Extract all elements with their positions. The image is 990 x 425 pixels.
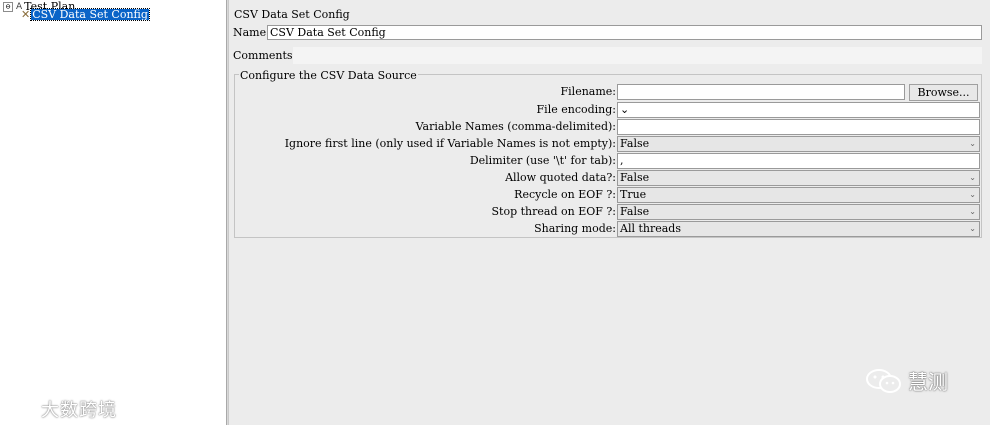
panel-title: CSV Data Set Config [234, 8, 350, 21]
dropdown-arrow-icon[interactable]: ⌄ [620, 103, 629, 116]
comments-label: Comments: [233, 48, 297, 62]
collapse-toggle-icon[interactable]: ⊖ [3, 1, 13, 12]
filename-label: Filename: [560, 85, 616, 98]
ignore-first-line-value: False [620, 137, 650, 150]
file-encoding-combo[interactable]: ⌄ [617, 102, 980, 118]
variable-names-row: Variable Names (comma-delimited): [235, 119, 981, 135]
dropdown-arrow-icon[interactable]: ⌄ [969, 188, 976, 202]
dropdown-arrow-icon[interactable]: ⌄ [969, 205, 976, 219]
stop-thread-on-eof-row: Stop thread on EOF ?: False ⌄ [235, 204, 981, 220]
name-field[interactable] [267, 25, 982, 40]
allow-quoted-data-label: Allow quoted data?: [505, 171, 616, 184]
recycle-on-eof-value: True [620, 188, 647, 201]
delimiter-label: Delimiter (use '\t' for tab): [469, 154, 616, 167]
tree-item-label: CSV Data Set Config [30, 8, 150, 21]
watermark-left: 大数跨境 [8, 396, 117, 422]
allow-quoted-data-row: Allow quoted data?: False ⌄ [235, 170, 981, 186]
watermark-left-text: 大数跨境 [41, 400, 117, 421]
filename-row: Filename: Browse... [235, 84, 981, 101]
allow-quoted-data-select[interactable]: False ⌄ [617, 170, 980, 186]
sharing-mode-select[interactable]: All threads ⌄ [617, 221, 980, 237]
ignore-first-line-select[interactable]: False ⌄ [617, 136, 980, 152]
dropdown-arrow-icon[interactable]: ⌄ [969, 137, 976, 151]
recycle-on-eof-row: Recycle on EOF ?: True ⌄ [235, 187, 981, 203]
dropdown-arrow-icon[interactable]: ⌄ [969, 222, 976, 236]
file-encoding-label: File encoding: [536, 103, 616, 116]
group-title: Configure the CSV Data Source [239, 69, 418, 82]
variable-names-field[interactable] [617, 119, 980, 135]
sharing-mode-value: All threads [620, 222, 681, 235]
tree-item-csv-data-set-config[interactable]: ✕ CSV Data Set Config [21, 8, 150, 21]
sharing-mode-label: Sharing mode: [534, 222, 616, 235]
name-row: Name: [233, 24, 982, 41]
delimiter-field[interactable]: , [617, 153, 980, 169]
test-plan-tree: ⊖ A Test Plan ✕ CSV Data Set Config [0, 0, 227, 425]
stop-thread-on-eof-label: Stop thread on EOF ?: [491, 205, 616, 218]
allow-quoted-data-value: False [620, 171, 650, 184]
recycle-on-eof-select[interactable]: True ⌄ [617, 187, 980, 203]
sharing-mode-row: Sharing mode: All threads ⌄ [235, 221, 981, 237]
config-element-icon: ✕ [21, 8, 31, 21]
ignore-first-line-label: Ignore first line (only used if Variable… [284, 137, 616, 150]
cloud-logo-icon [8, 401, 36, 415]
stop-thread-on-eof-select[interactable]: False ⌄ [617, 204, 980, 220]
filename-field[interactable] [617, 84, 905, 100]
stop-thread-on-eof-value: False [620, 205, 650, 218]
variable-names-label: Variable Names (comma-delimited): [415, 120, 616, 133]
comments-field[interactable] [293, 46, 982, 64]
csv-source-group: Configure the CSV Data Source Filename: … [234, 69, 982, 238]
config-panel: CSV Data Set Config Name: Comments: Conf… [229, 0, 990, 425]
recycle-on-eof-label: Recycle on EOF ?: [514, 188, 616, 201]
name-label: Name: [233, 26, 270, 39]
ignore-first-line-row: Ignore first line (only used if Variable… [235, 136, 981, 152]
file-encoding-row: File encoding: ⌄ [235, 102, 981, 118]
browse-button[interactable]: Browse... [909, 84, 978, 101]
watermark-right: 慧测 [864, 366, 948, 395]
wechat-icon [866, 368, 901, 393]
delimiter-row: Delimiter (use '\t' for tab): , [235, 153, 981, 169]
comments-row: Comments: [233, 46, 982, 64]
watermark-right-text: 慧测 [908, 370, 948, 394]
dropdown-arrow-icon[interactable]: ⌄ [969, 171, 976, 185]
